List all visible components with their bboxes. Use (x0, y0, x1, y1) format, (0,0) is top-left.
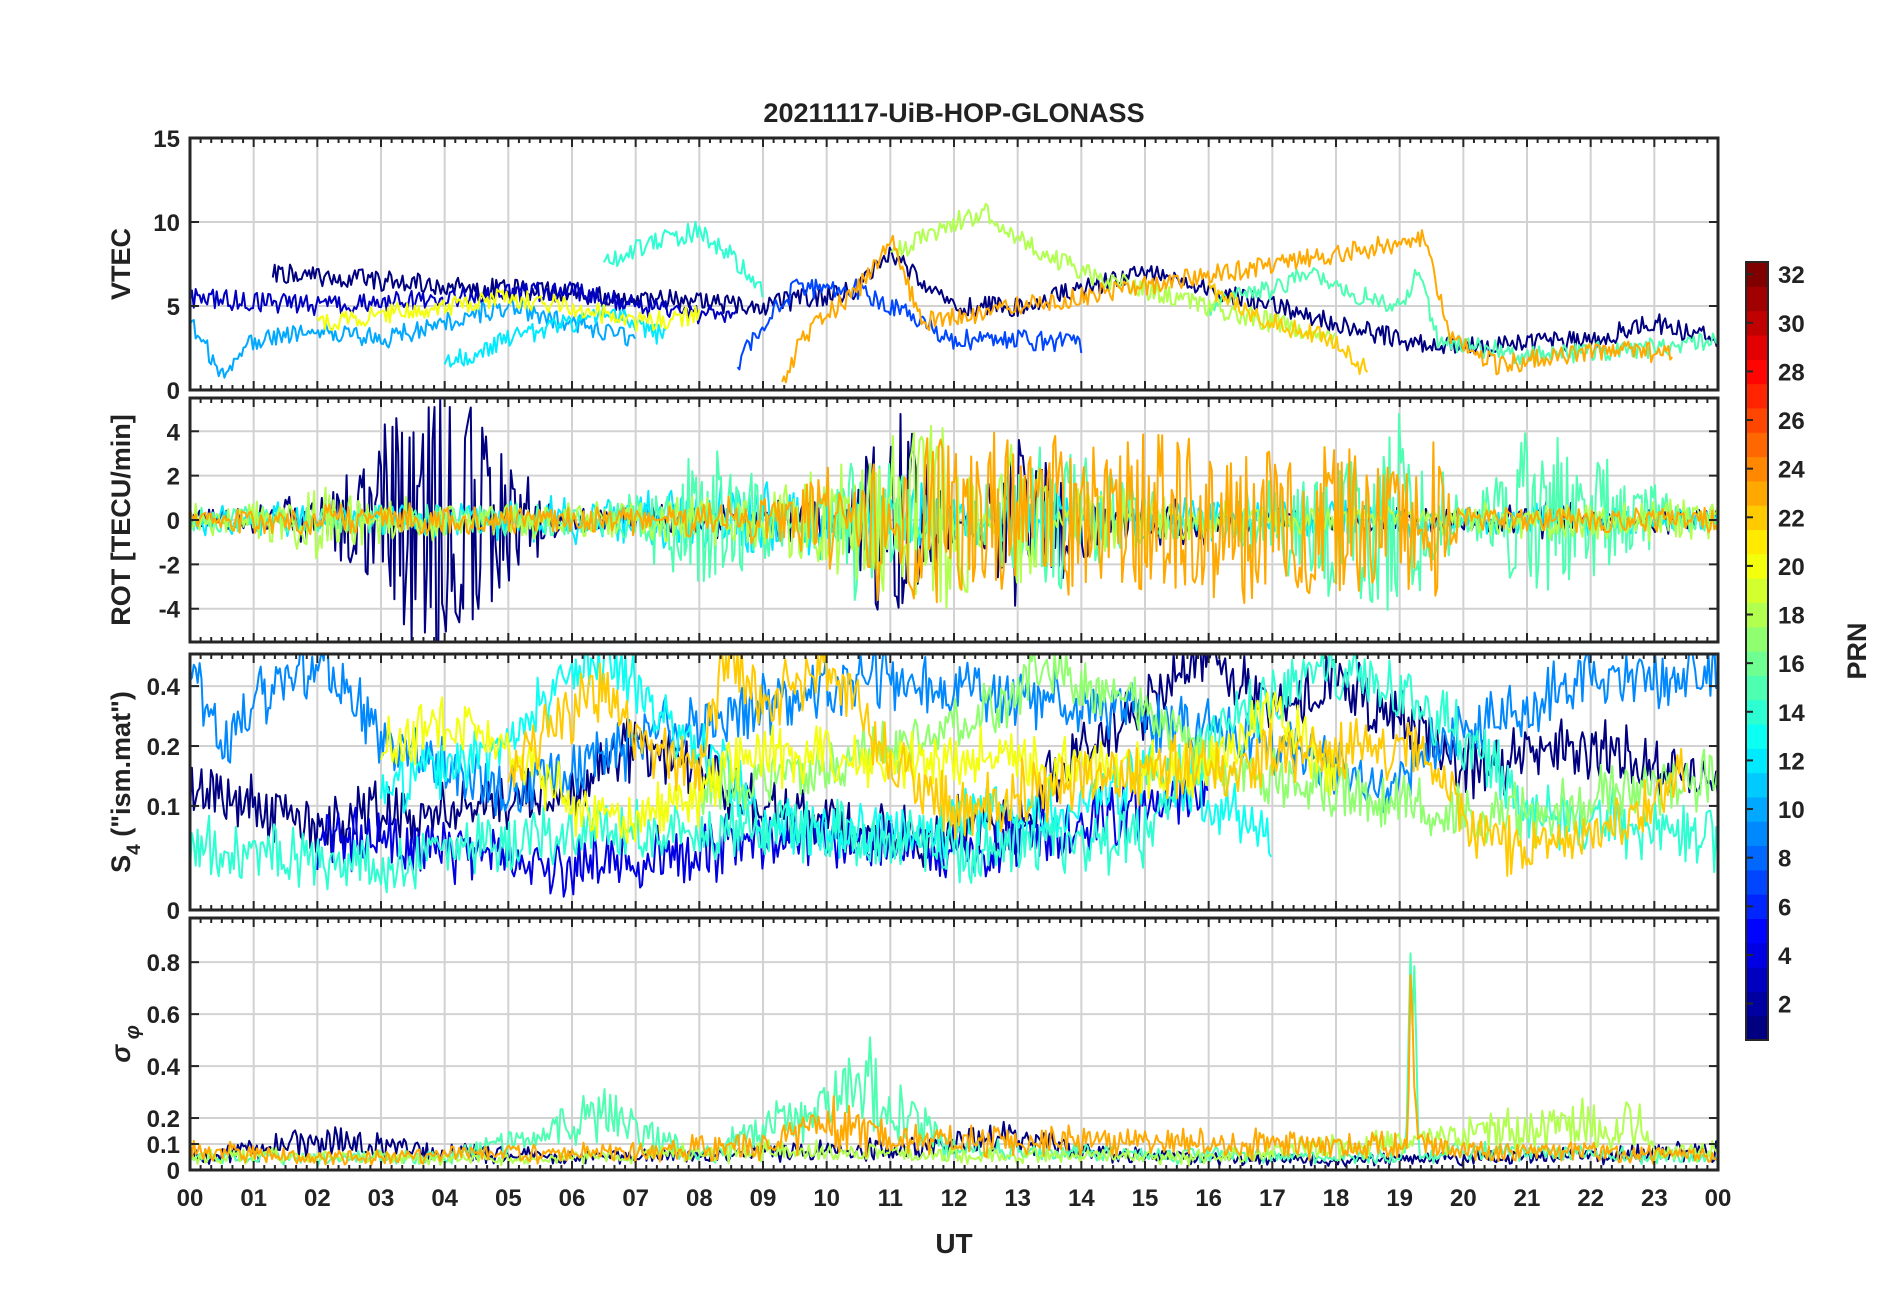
panel-rot: -4 -2 0 2 4 ROT [TECU/min] (106, 396, 1720, 644)
colorbar-tick-label: 26 (1778, 408, 1805, 435)
x-tick-label: 17 (1259, 1185, 1286, 1212)
colorbar-label: PRN (1842, 622, 1872, 679)
colorbar-tick-label: 14 (1778, 700, 1805, 727)
colorbar-tick-label: 6 (1778, 894, 1791, 921)
colorbar-tick-label: 24 (1778, 457, 1805, 484)
y-tick-label: 0 (167, 898, 180, 925)
colorbar-tick-label: 2 (1778, 992, 1791, 1019)
colorbar-segment (1746, 334, 1768, 360)
y-tick-label: -2 (159, 552, 180, 579)
x-tick-label: 22 (1577, 1185, 1604, 1212)
colorbar-tick-label: 10 (1778, 797, 1805, 824)
y-tick-label: 0.6 (147, 1002, 180, 1029)
x-tick-label: 11 (878, 1185, 903, 1212)
x-tick-label: 00 (177, 1185, 204, 1212)
colorbar-segment (1746, 529, 1768, 555)
x-tick-labels: 00 01 02 03 04 05 06 07 08 09 10 11 12 13 14 15 16 17 18 19… (177, 1185, 1732, 1212)
x-tick-label: 20 (1450, 1185, 1477, 1212)
y-tick-label: 4 (167, 419, 181, 446)
colorbar-segment (1746, 869, 1768, 895)
y-axis-label: σ φ (106, 1025, 144, 1063)
colorbar-tick-label: 20 (1778, 554, 1805, 581)
y-tick-label: 0.4 (147, 1054, 181, 1081)
y-tick-label: 0.2 (147, 1106, 180, 1133)
y-tick-label: -4 (159, 597, 181, 624)
x-tick-label: 01 (240, 1185, 267, 1212)
colorbar-segment (1746, 578, 1768, 603)
colorbar-tick-label: 18 (1778, 603, 1805, 630)
x-tick-label: 16 (1195, 1185, 1222, 1212)
x-tick-label: 21 (1514, 1185, 1541, 1212)
colorbar-segment (1746, 967, 1768, 992)
x-tick-label: 07 (622, 1185, 649, 1212)
series-line-prn-14 (602, 220, 764, 298)
x-tick-label: 13 (1004, 1185, 1031, 1212)
y-tick-label: 0 (167, 378, 180, 405)
y-tick-label: 0 (167, 1158, 180, 1185)
colorbar-segment (1746, 675, 1768, 701)
x-tick-label: 03 (368, 1185, 395, 1212)
colorbar-segment (1746, 286, 1768, 312)
panel-vtec: 0 5 10 15 VTEC (106, 126, 1720, 405)
colorbar-segment (1746, 821, 1768, 847)
y-tick-label: 15 (153, 126, 180, 153)
colorbar-tick-label: 8 (1778, 846, 1791, 873)
x-tick-label: 05 (495, 1185, 522, 1212)
colorbar-tick-label: 12 (1778, 748, 1805, 775)
x-tick-label: 10 (813, 1185, 840, 1212)
y-tick-label: 0.8 (147, 950, 180, 977)
x-axis-label: UT (935, 1228, 972, 1259)
y-axis-label: S4 ("ism.mat") (106, 691, 145, 873)
y-tick-label: 0 (167, 508, 180, 535)
colorbar-segment (1746, 772, 1768, 798)
colorbar-segment (1746, 383, 1768, 409)
colorbar-tick-label: 16 (1778, 651, 1805, 678)
colorbar-tick-label: 32 (1778, 262, 1805, 289)
y-tick-label: 2 (167, 464, 180, 491)
x-tick-label: 12 (941, 1185, 968, 1212)
y-tick-label: 0.1 (147, 794, 180, 821)
y-axis-label: VTEC (106, 228, 136, 300)
colorbar-segment (1746, 432, 1768, 458)
x-tick-label: 09 (750, 1185, 777, 1212)
colorbar: 2468101214161820222426283032PRN (1745, 261, 1872, 1041)
figure: 20211117-UiB-HOP-GLONASS 051015VTEC-4-20… (106, 98, 1872, 1259)
x-tick-label: 04 (431, 1185, 458, 1212)
y-axis-label: ROT [TECU/min] (106, 414, 136, 625)
panel-sigma_phi: 00.10.2 0.4 0.6 0.8 σ φ (106, 916, 1720, 1185)
y-tick-label: 0.4 (147, 674, 181, 701)
colorbar-tick-label: 22 (1778, 505, 1805, 532)
y-tick-label: 0.2 (147, 734, 180, 761)
colorbar-segment (1746, 723, 1768, 749)
colorbar-segment (1746, 626, 1768, 652)
colorbar-tick-label: 4 (1778, 943, 1792, 970)
panel-s4: 0 0.1 0.2 0.4S4 ("ism.mat") (106, 652, 1720, 925)
colorbar-segment (1746, 1015, 1768, 1041)
colorbar-segment (1746, 480, 1768, 506)
y-tick-label: 10 (153, 210, 180, 237)
y-tick-label: 5 (167, 294, 180, 321)
x-tick-label: 08 (686, 1185, 713, 1212)
x-tick-label: 06 (559, 1185, 586, 1212)
x-tick-label: 14 (1068, 1185, 1095, 1212)
colorbar-tick-label: 28 (1778, 359, 1805, 386)
x-tick-label: 15 (1132, 1185, 1159, 1212)
y-tick-label: 0.1 (147, 1132, 180, 1159)
x-tick-label: 02 (304, 1185, 331, 1212)
x-tick-label: 23 (1641, 1185, 1668, 1212)
x-tick-label: 18 (1323, 1185, 1350, 1212)
chart-title: 20211117-UiB-HOP-GLONASS (763, 98, 1144, 128)
colorbar-tick-label: 30 (1778, 311, 1805, 338)
x-tick-label: 00 (1705, 1185, 1732, 1212)
colorbar-segment (1746, 918, 1768, 944)
x-tick-label: 19 (1386, 1185, 1413, 1212)
panels: 051015VTEC-4-2024ROT [TECU/min]00.10.20.… (106, 126, 1731, 1212)
